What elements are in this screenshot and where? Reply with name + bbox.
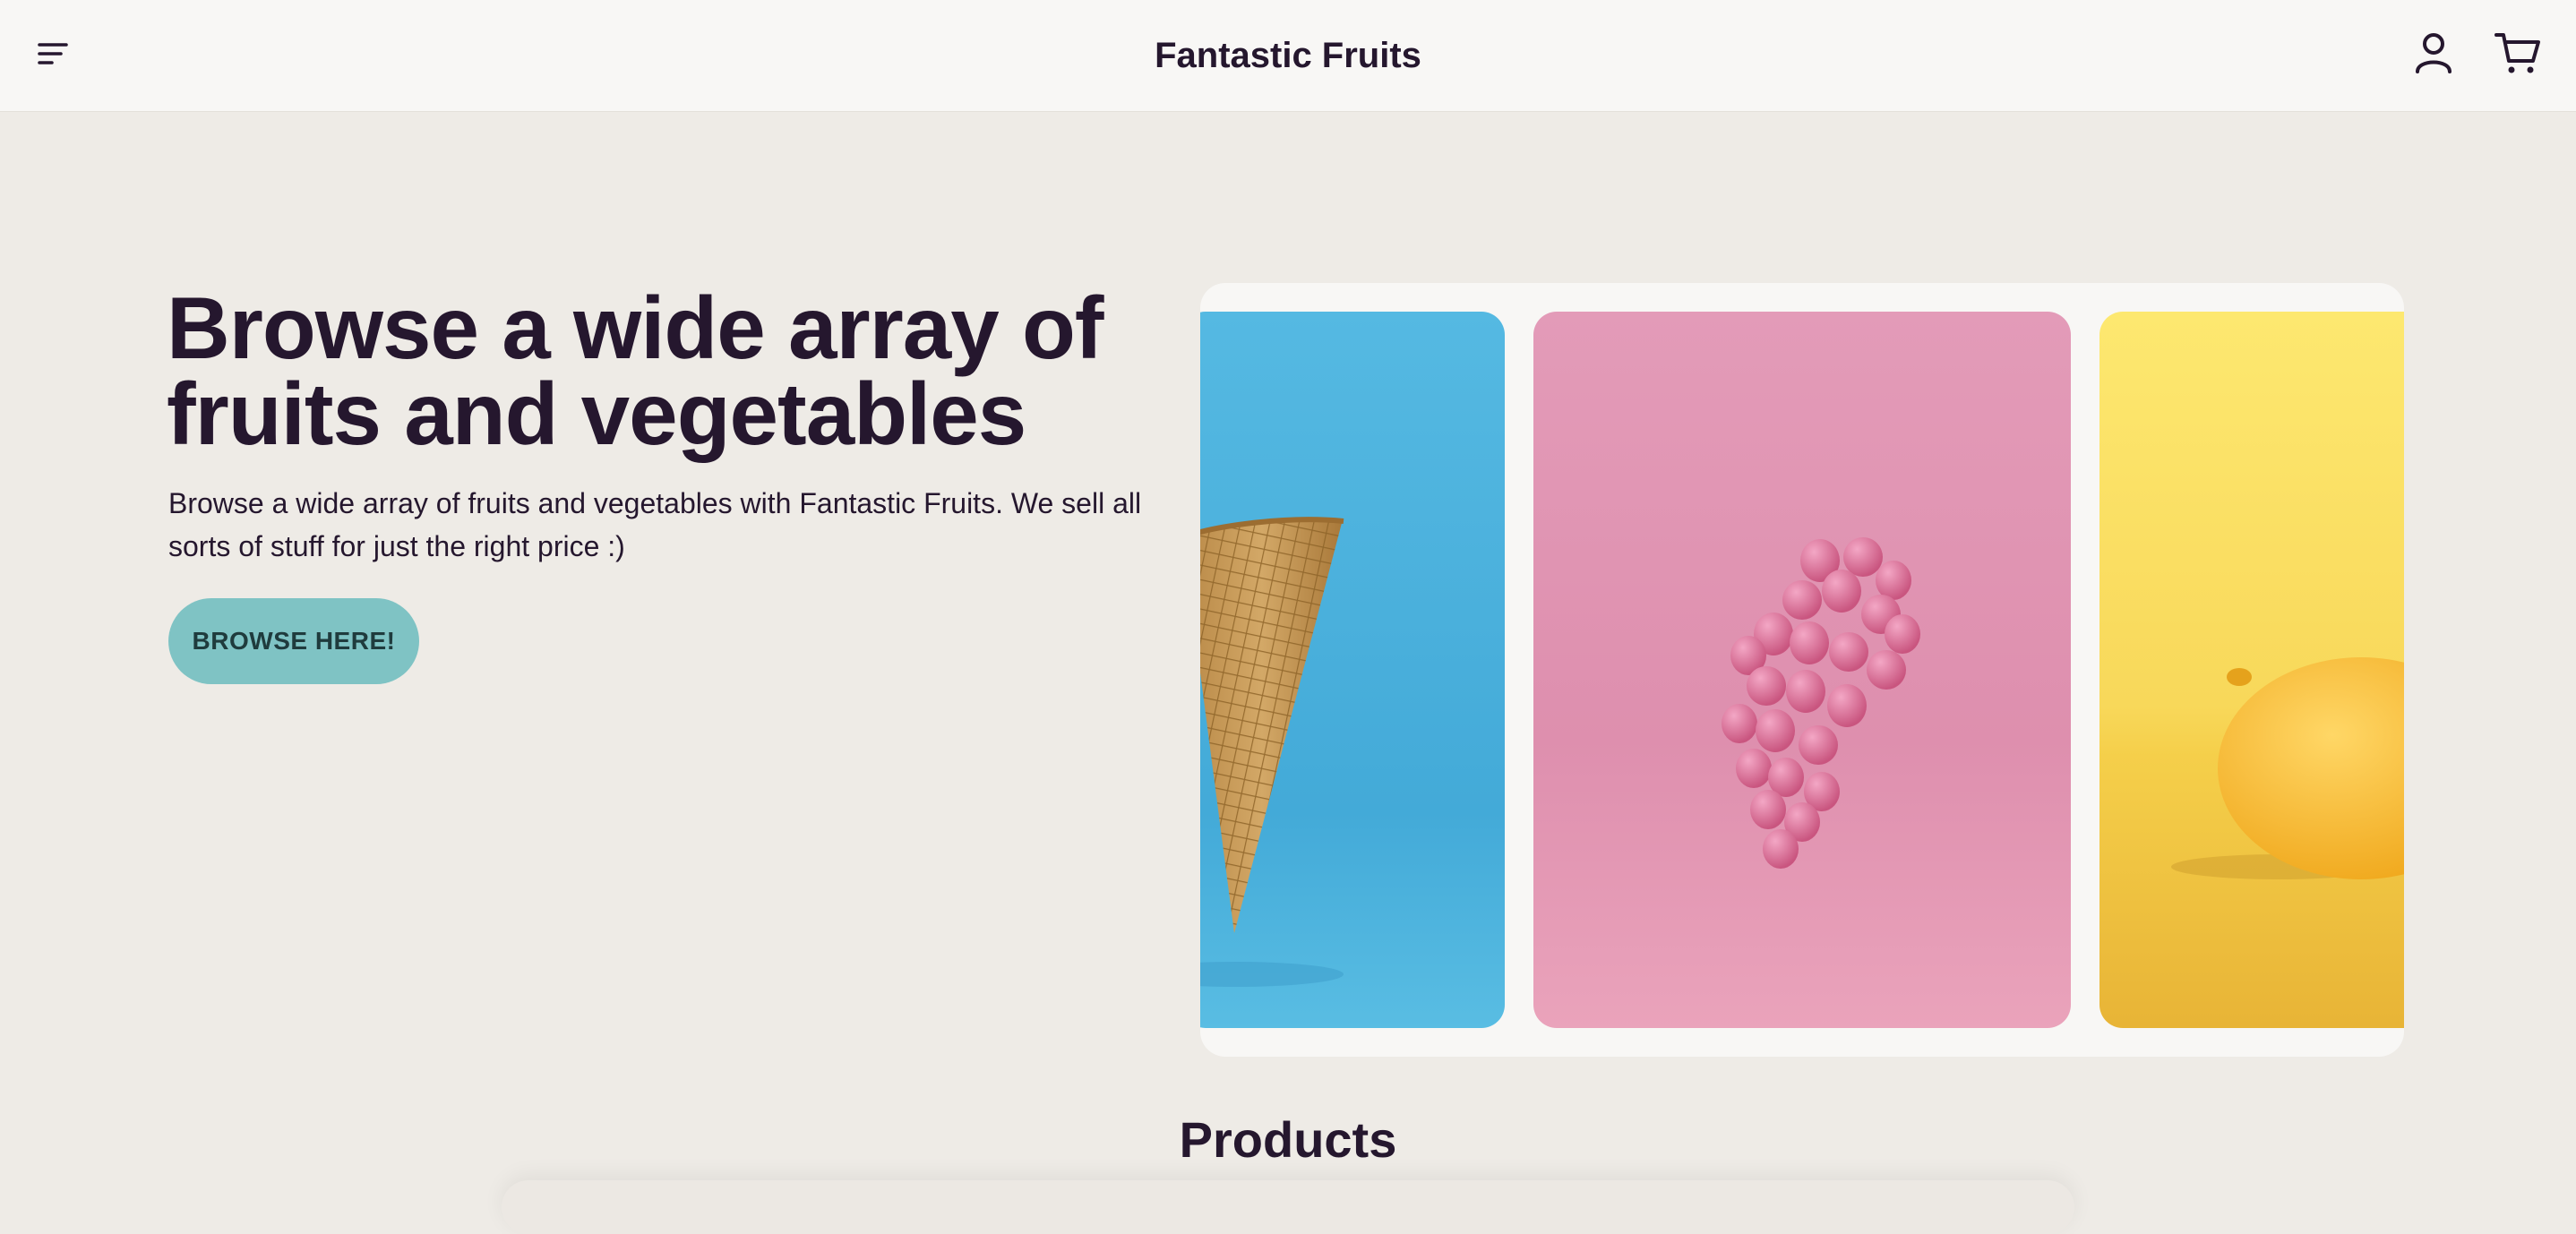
hero-description: Browse a wide array of fruits and vegeta… xyxy=(168,487,1142,562)
carousel-slide-lemon[interactable] xyxy=(2099,312,2404,1028)
menu-lines-icon xyxy=(38,43,68,64)
waffle-cone-image xyxy=(1200,312,1505,1028)
products-heading: Products xyxy=(1179,1111,1397,1168)
carousel-slide-waffle-cone[interactable] xyxy=(1200,312,1505,1028)
products-container xyxy=(502,1180,2074,1234)
lemon-image xyxy=(2099,312,2404,1028)
top-navigation-bar: Fantastic Fruits xyxy=(0,0,2576,112)
account-button[interactable] xyxy=(2411,30,2456,75)
hero-title: Browse a wide array of fruits and vegeta… xyxy=(167,279,1104,463)
brand-name: Fantastic Fruits xyxy=(1155,36,1421,75)
browse-button[interactable]: BROWSE HERE! xyxy=(168,598,419,684)
grapes-image xyxy=(1533,312,2071,1028)
menu-button[interactable] xyxy=(34,36,73,72)
cart-button[interactable] xyxy=(2494,30,2542,75)
carousel-slide-grapes[interactable] xyxy=(1533,312,2071,1028)
user-icon xyxy=(2416,33,2451,73)
image-carousel[interactable] xyxy=(1200,283,2404,1057)
shopping-cart-icon xyxy=(2494,33,2540,73)
